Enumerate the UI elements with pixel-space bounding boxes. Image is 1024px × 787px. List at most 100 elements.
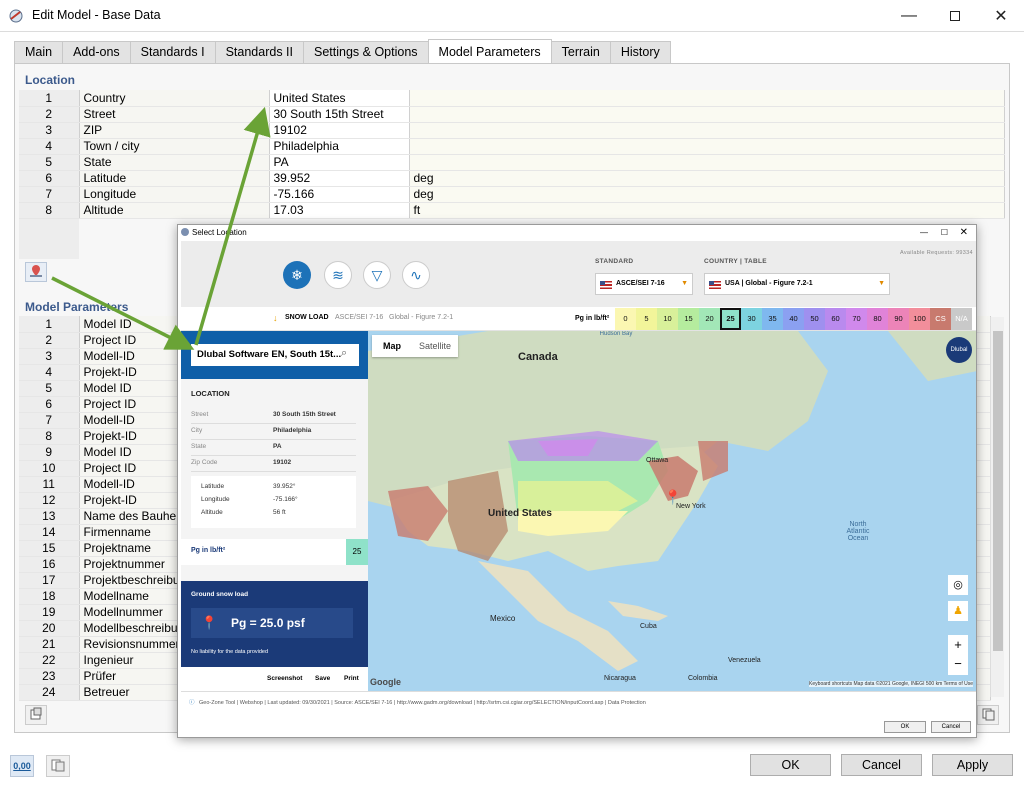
us-flag-icon (600, 281, 612, 289)
screenshot-button[interactable]: Screenshot (267, 675, 302, 682)
popup-maximize-icon[interactable]: ☐ (941, 225, 948, 240)
row-header-filler (19, 219, 79, 259)
satellite-tab[interactable]: Satellite (412, 335, 458, 357)
location-row[interactable]: 8 Altitude 17.03 ft (19, 202, 1005, 219)
breadcrumb-figure: Global - Figure 7.2-1 (389, 314, 454, 321)
my-location-icon[interactable]: ◎ (948, 575, 968, 595)
location-row[interactable]: 5 State PA (19, 154, 1005, 171)
maximize-button[interactable] (932, 0, 978, 32)
close-button[interactable]: ✕ (978, 0, 1024, 32)
legend-swatch[interactable]: 20 (699, 308, 720, 330)
location-row[interactable]: 6 Latitude 39.952 deg (19, 170, 1005, 187)
legend-swatch[interactable]: 10 (657, 308, 678, 330)
wind-load-icon[interactable]: ≋ (324, 261, 352, 289)
legend-swatch[interactable]: 80 (867, 308, 888, 330)
legend-swatch[interactable]: 0 (615, 308, 636, 330)
row-value[interactable]: 19102 (269, 122, 410, 139)
dlubal-logo[interactable]: Dlubal (946, 337, 972, 363)
map-view[interactable]: Map Satellite Canada United States Mexico N… (368, 331, 976, 691)
vertical-scrollbar[interactable] (990, 317, 1004, 697)
row-value[interactable]: 17.03 (269, 202, 410, 219)
row-label: Country (79, 90, 270, 107)
tab-history[interactable]: History (609, 41, 671, 63)
pg-label: Pg in lb/ft² (191, 547, 226, 554)
divider (191, 439, 356, 440)
standard-select[interactable]: ASCE/SEI 7-16 ▼ (595, 273, 693, 295)
legend-swatch[interactable]: N/A (951, 308, 972, 330)
legend-swatch[interactable]: 5 (636, 308, 657, 330)
row-value[interactable]: United States (269, 90, 410, 107)
map-pin-icon: 📍 (201, 615, 218, 630)
row-number: 16 (19, 556, 80, 573)
country-table-value: USA | Global - Figure 7.2-1 (725, 280, 813, 287)
export-button[interactable] (25, 705, 47, 725)
row-unit (409, 154, 1005, 171)
row-number: 8 (19, 202, 80, 219)
legend-swatch[interactable]: 70 (846, 308, 867, 330)
map-location-button[interactable] (25, 262, 47, 282)
row-value[interactable]: PA (269, 154, 410, 171)
ok-button[interactable]: OK (750, 754, 831, 776)
legend-swatch[interactable]: CS (930, 308, 951, 330)
row-number: 23 (19, 668, 80, 685)
address-search-input[interactable]: Dlubal Software EN, South 15t... (191, 344, 359, 366)
location-table: 1 Country United States 2 Street 30 South 15t… (19, 90, 1005, 219)
location-row[interactable]: 7 Longitude -75.166 deg (19, 186, 1005, 203)
popup-minimize-icon[interactable]: — (920, 225, 928, 240)
snow-load-icon[interactable]: ❄ (283, 261, 311, 289)
map-tab[interactable]: Map (372, 335, 412, 357)
popup-cancel-button[interactable]: Cancel (931, 721, 971, 733)
row-value[interactable]: -75.166 (269, 186, 410, 203)
cancel-button[interactable]: Cancel (841, 754, 922, 776)
location-field-key: Street (191, 411, 209, 418)
legend-swatch[interactable]: 100 (909, 308, 930, 330)
legend-swatch[interactable]: 60 (825, 308, 846, 330)
row-number: 15 (19, 540, 80, 557)
legend-swatch[interactable]: 35 (762, 308, 783, 330)
tab-add-ons[interactable]: Add-ons (62, 41, 131, 63)
legend-swatch[interactable]: 40 (783, 308, 804, 330)
location-row[interactable]: 4 Town / city Philadelphia (19, 138, 1005, 155)
popup-ok-button[interactable]: OK (884, 721, 926, 733)
zoom-out-icon[interactable]: − (948, 655, 968, 675)
legend-swatch[interactable]: 90 (888, 308, 909, 330)
scrollbar-thumb[interactable] (993, 331, 1003, 651)
location-row[interactable]: 2 Street 30 South 15th Street (19, 106, 1005, 123)
copy-button[interactable] (977, 705, 999, 725)
street-view-icon[interactable]: ♟ (948, 601, 968, 621)
minimize-button[interactable]: — (886, 0, 932, 32)
country-table-select[interactable]: USA | Global - Figure 7.2-1 ▼ (704, 273, 890, 295)
legend-swatch[interactable]: 30 (741, 308, 762, 330)
row-value[interactable]: 30 South 15th Street (269, 106, 410, 123)
row-value[interactable]: Philadelphia (269, 138, 410, 155)
seismic-load-icon[interactable]: ∿ (402, 261, 430, 289)
legend-swatch[interactable]: 25 (720, 308, 741, 330)
tab-model-parameters[interactable]: Model Parameters (427, 39, 552, 63)
tab-main[interactable]: Main (14, 41, 64, 63)
row-number: 3 (19, 348, 80, 365)
apply-button[interactable]: Apply (932, 754, 1013, 776)
tab-standards-i[interactable]: Standards I (129, 41, 216, 63)
tab-standards-ii[interactable]: Standards II (214, 41, 304, 63)
table-settings-button[interactable] (46, 755, 70, 777)
tab-settings-options[interactable]: Settings & Options (303, 41, 429, 63)
print-button[interactable]: Print (344, 675, 359, 682)
save-button[interactable]: Save (315, 675, 330, 682)
arrow-down-icon: ↓ (273, 313, 278, 323)
location-row[interactable]: 1 Country United States (19, 90, 1005, 107)
row-number: 6 (19, 170, 80, 187)
legend-swatch[interactable]: 15 (678, 308, 699, 330)
location-marker-icon[interactable]: 📍 (664, 489, 681, 506)
ground-snow-label: Ground snow load (191, 591, 249, 598)
row-value[interactable]: 39.952 (269, 170, 410, 187)
zoom-in-icon[interactable]: + (948, 635, 968, 655)
legend-swatch[interactable]: 50 (804, 308, 825, 330)
row-number: 10 (19, 460, 80, 477)
location-field-key: Zip Code (191, 459, 218, 466)
location-row[interactable]: 3 ZIP 19102 (19, 122, 1005, 139)
search-icon[interactable]: ⌕ (341, 347, 347, 360)
tab-terrain[interactable]: Terrain (550, 41, 611, 63)
tornado-load-icon[interactable]: ▽ (363, 261, 391, 289)
popup-close-icon[interactable]: ✕ (960, 225, 968, 240)
units-button[interactable]: 0,00 (10, 755, 34, 777)
